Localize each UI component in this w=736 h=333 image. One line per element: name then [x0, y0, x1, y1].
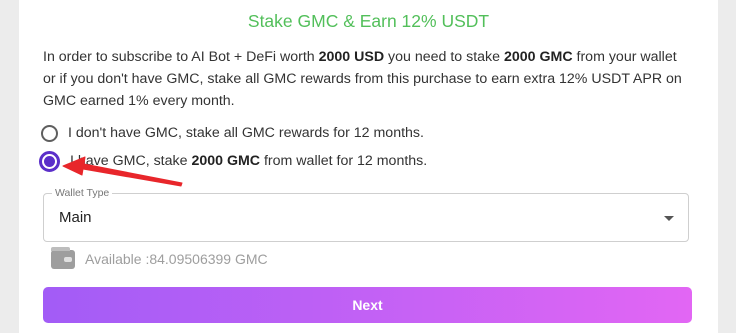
description-amount-usd: 2000 USD — [318, 49, 385, 65]
option-no-gmc-label: I don't have GMC, stake all GMC rewards … — [68, 125, 424, 141]
option-have-gmc-label-post: from wallet for 12 months. — [260, 153, 428, 169]
option-have-gmc-amount: 2000 GMC — [191, 153, 261, 169]
option-have-gmc-label: I have GMC, stake 2000 GMC from wallet f… — [70, 153, 427, 169]
description-amount-gmc: 2000 GMC — [503, 49, 573, 65]
option-have-gmc-label-pre: I have GMC, stake — [70, 153, 192, 169]
wallet-type-label: Wallet Type — [52, 187, 113, 199]
wallet-type-select[interactable]: Wallet Type Main — [43, 187, 689, 242]
description-part: you need to stake — [384, 49, 504, 65]
option-have-gmc[interactable]: I have GMC, stake 2000 GMC from wallet f… — [39, 149, 427, 173]
caret-down-icon[interactable] — [664, 216, 674, 221]
radio-no-gmc[interactable] — [41, 124, 58, 142]
wallet-type-value: Main — [59, 209, 92, 226]
description-part: In order to subscribe to AI Bot + DeFi w… — [43, 49, 319, 65]
radio-have-gmc[interactable] — [39, 150, 60, 172]
wallet-icon — [51, 247, 75, 269]
page-title: Stake GMC & Earn 12% USDT — [247, 11, 490, 31]
description-text: In order to subscribe to AI Bot + DeFi w… — [43, 46, 693, 112]
stake-card: Stake GMC & Earn 12% USDT In order to su… — [19, 0, 718, 333]
option-no-gmc[interactable]: I don't have GMC, stake all GMC rewards … — [41, 121, 424, 145]
next-button[interactable]: Next — [43, 287, 692, 323]
available-balance: Available :84.09506399 GMC — [85, 251, 268, 267]
